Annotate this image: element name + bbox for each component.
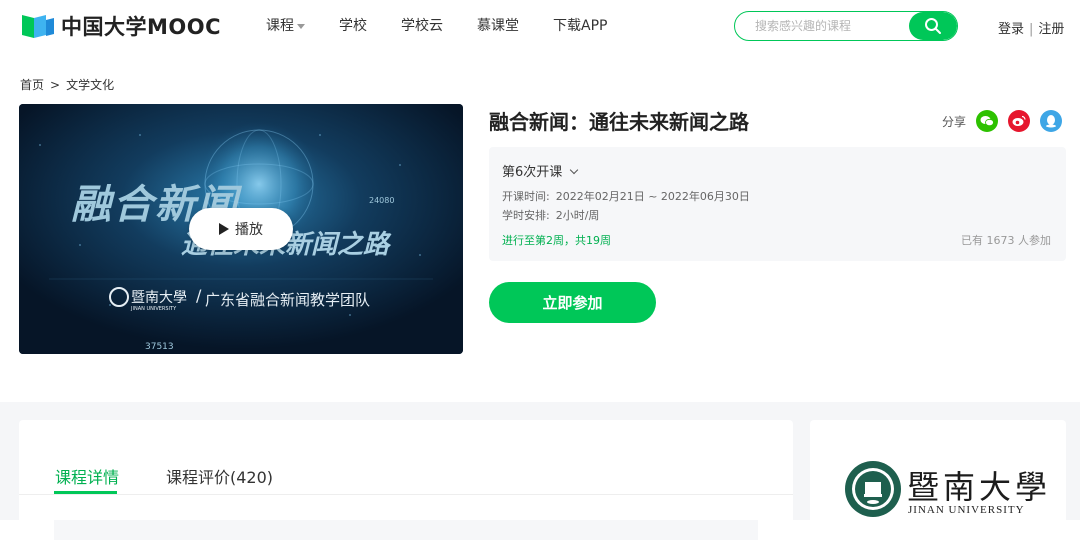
- banner-team: 广东省融合新闻教学团队: [205, 291, 371, 309]
- register-link[interactable]: 注册: [1038, 22, 1064, 37]
- banner-university-seal: [109, 287, 129, 307]
- search-input[interactable]: [735, 12, 905, 40]
- school-card[interactable]: 暨南大學 JINAN UNIVERSITY: [810, 420, 1066, 530]
- weibo-share-button[interactable]: [1008, 110, 1031, 132]
- auth-separator: |: [1029, 22, 1034, 37]
- join-course-button[interactable]: 立即参加: [489, 282, 656, 323]
- share-label: 分享: [942, 114, 967, 129]
- course-hours-value: 2小时/周: [555, 209, 600, 222]
- weibo-icon: [1012, 115, 1026, 126]
- play-icon: [219, 223, 229, 235]
- banner-number-2: 37513: [145, 342, 174, 352]
- search-button[interactable]: [909, 12, 957, 40]
- mooc-logo[interactable]: 中国大学MOOC: [20, 11, 221, 41]
- play-label: 播放: [235, 222, 263, 238]
- session-label: 第6次开课: [502, 165, 563, 180]
- school-name-en: JINAN UNIVERSITY: [908, 504, 1025, 516]
- detail-content-area: [54, 520, 758, 540]
- nav-mooc-classroom[interactable]: 慕课堂: [477, 15, 519, 35]
- breadcrumb-separator: >: [50, 78, 61, 92]
- school-name-cn: 暨南大學: [907, 468, 1052, 506]
- jinan-university-seal: [845, 461, 901, 517]
- nav-download-app[interactable]: 下载APP: [553, 15, 607, 35]
- course-progress: 进行至第2周，共19周: [502, 234, 611, 247]
- breadcrumb-category[interactable]: 文学文化: [66, 78, 114, 92]
- course-video-banner[interactable]: 融合新闻 通往未来新闻之路 24080 37513 暨南大學 JINAN UNI…: [19, 104, 463, 354]
- auth-links: 登录 | 注册: [998, 18, 1064, 37]
- tab-course-detail[interactable]: 课程详情: [55, 464, 119, 488]
- search-icon: [925, 18, 941, 34]
- mooc-logo-icon: [20, 12, 56, 40]
- breadcrumb: 首页 > 文学文化: [20, 76, 114, 93]
- breadcrumb-home[interactable]: 首页: [20, 78, 44, 92]
- tab-divider: [19, 494, 793, 495]
- qq-icon: [1046, 115, 1057, 128]
- course-hours-row: 学时安排: 2小时/周: [502, 207, 599, 223]
- nav-school-cloud[interactable]: 学校云: [401, 15, 443, 35]
- qq-share-button[interactable]: [1040, 110, 1063, 132]
- course-detail-card: 课程详情 课程评价(420): [19, 420, 793, 540]
- lower-section: 课程详情 课程评价(420) 暨南大學 JINAN UNIVERSITY: [0, 402, 1080, 540]
- banner-number-1: 24080: [369, 196, 395, 205]
- tab-course-reviews[interactable]: 课程评价(420): [166, 464, 273, 488]
- banner-team-slash: /: [196, 286, 202, 305]
- session-info-box: 第6次开课 开课时间: 2022年02月21日 ~ 2022年06月30日 学时安…: [489, 147, 1066, 261]
- top-header: 中国大学MOOC 课程 学校 学校云 慕课堂 下载APP 登录 | 注册: [0, 0, 1080, 52]
- wechat-share-button[interactable]: [976, 110, 999, 132]
- course-time-value: 2022年02月21日 ~ 2022年06月30日: [555, 190, 750, 203]
- banner-university-en: JINAN UNIVERSITY: [131, 306, 177, 312]
- search-box: [734, 11, 958, 41]
- course-hours-label: 学时安排:: [502, 209, 550, 222]
- chevron-down-icon: [570, 165, 579, 175]
- session-selector[interactable]: 第6次开课: [502, 161, 579, 180]
- participant-count: 已有 1673 人参加: [961, 234, 1051, 247]
- course-title: 融合新闻：通往未来新闻之路: [489, 110, 749, 134]
- share-bar: 分享: [942, 110, 1063, 132]
- logo-text: 中国大学MOOC: [61, 15, 222, 39]
- nav-courses-label: 课程: [266, 18, 294, 34]
- play-button[interactable]: 播放: [189, 208, 293, 250]
- nav-schools[interactable]: 学校: [339, 15, 367, 35]
- banner-university-name: 暨南大學: [131, 290, 187, 306]
- main-nav: 课程 学校 学校云 慕课堂 下载APP: [266, 15, 641, 35]
- nav-courses[interactable]: 课程: [266, 15, 305, 35]
- login-link[interactable]: 登录: [998, 22, 1024, 37]
- wechat-icon: [980, 116, 994, 127]
- course-time-row: 开课时间: 2022年02月21日 ~ 2022年06月30日: [502, 188, 750, 204]
- course-time-label: 开课时间:: [502, 190, 550, 203]
- caret-down-icon: [297, 23, 305, 29]
